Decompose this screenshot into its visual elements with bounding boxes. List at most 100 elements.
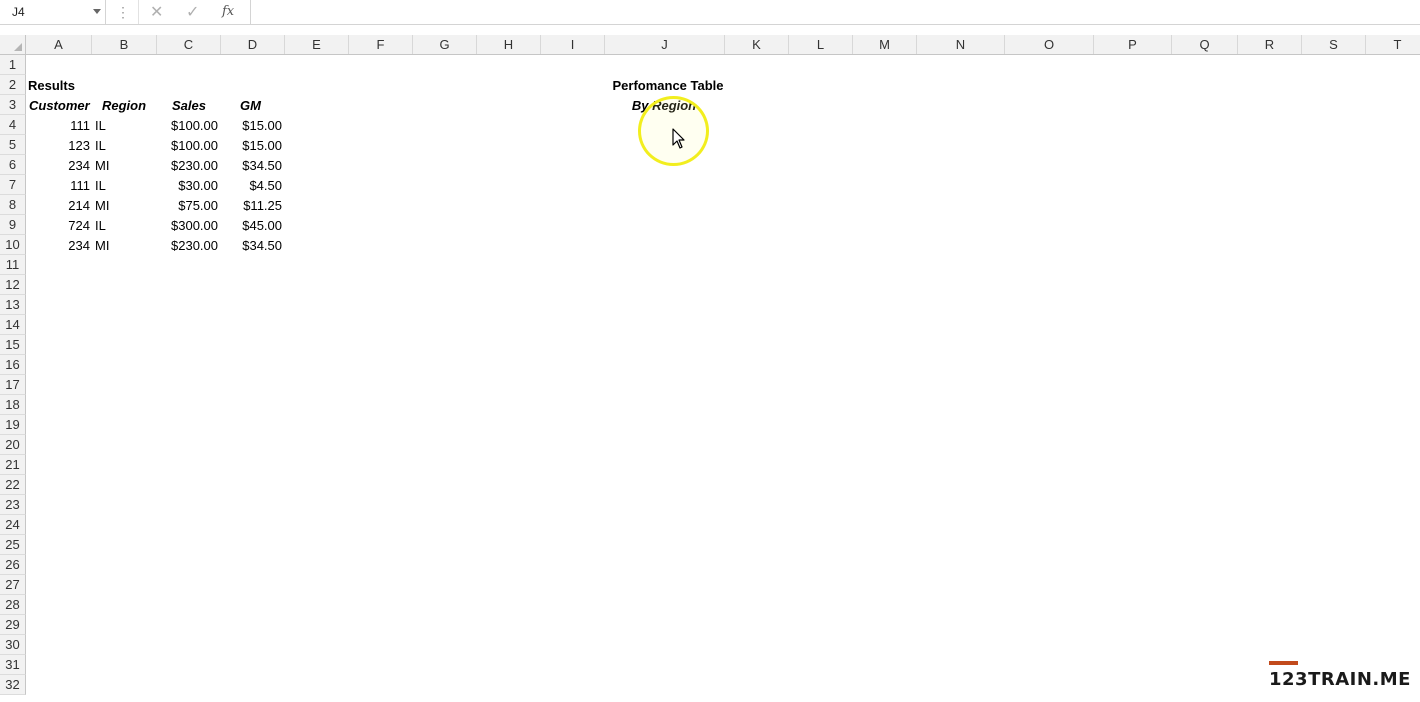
row-header-20[interactable]: 20 bbox=[0, 435, 26, 455]
cell-gm[interactable]: $15.00 bbox=[221, 116, 282, 136]
row-header-8[interactable]: 8 bbox=[0, 195, 26, 215]
formula-bar: J4 ⋮ ✕ ✓ fx bbox=[0, 0, 1420, 25]
row-header-2[interactable]: 2 bbox=[0, 75, 26, 95]
cell-gm[interactable]: $34.50 bbox=[221, 236, 282, 256]
name-box-value: J4 bbox=[12, 5, 25, 19]
column-header-H[interactable]: H bbox=[477, 35, 541, 54]
cancel-icon[interactable]: ✕ bbox=[150, 2, 163, 22]
cell-gm[interactable]: $45.00 bbox=[221, 216, 282, 236]
cell-gm[interactable]: $34.50 bbox=[221, 156, 282, 176]
cell-sales[interactable]: $300.00 bbox=[157, 216, 218, 236]
row-header-21[interactable]: 21 bbox=[0, 455, 26, 475]
cell-sales[interactable]: $100.00 bbox=[157, 116, 218, 136]
row-header-28[interactable]: 28 bbox=[0, 595, 26, 615]
column-header-E[interactable]: E bbox=[285, 35, 349, 54]
row-header-24[interactable]: 24 bbox=[0, 515, 26, 535]
column-header-K[interactable]: K bbox=[725, 35, 789, 54]
cell-C3-header-sales[interactable]: Sales bbox=[172, 96, 206, 116]
row-header-31[interactable]: 31 bbox=[0, 655, 26, 675]
cell-sales[interactable]: $230.00 bbox=[157, 156, 218, 176]
cell-sales[interactable]: $230.00 bbox=[157, 236, 218, 256]
cell-customer[interactable]: 123 bbox=[26, 136, 90, 156]
cell-region[interactable]: IL bbox=[95, 216, 155, 236]
row-header-18[interactable]: 18 bbox=[0, 395, 26, 415]
cell-region[interactable]: IL bbox=[95, 116, 155, 136]
cell-sales[interactable]: $75.00 bbox=[157, 196, 218, 216]
column-header-M[interactable]: M bbox=[853, 35, 917, 54]
row-header-11[interactable]: 11 bbox=[0, 255, 26, 275]
column-header-O[interactable]: O bbox=[1005, 35, 1094, 54]
column-header-N[interactable]: N bbox=[917, 35, 1005, 54]
row-header-27[interactable]: 27 bbox=[0, 575, 26, 595]
row-header-16[interactable]: 16 bbox=[0, 355, 26, 375]
row-header-9[interactable]: 9 bbox=[0, 215, 26, 235]
cell-sales[interactable]: $100.00 bbox=[157, 136, 218, 156]
cell-J2-perf-title[interactable]: Perfomance Table bbox=[588, 76, 748, 96]
cell-gm[interactable]: $11.25 bbox=[221, 196, 282, 216]
cell-region[interactable]: MI bbox=[95, 236, 155, 256]
column-header-G[interactable]: G bbox=[413, 35, 477, 54]
row-header-6[interactable]: 6 bbox=[0, 155, 26, 175]
row-header-7[interactable]: 7 bbox=[0, 175, 26, 195]
row-header-32[interactable]: 32 bbox=[0, 675, 26, 695]
column-header-I[interactable]: I bbox=[541, 35, 605, 54]
cell-A3-header-customer[interactable]: Customer bbox=[29, 96, 90, 116]
formula-bar-grip-icon: ⋮ bbox=[116, 4, 130, 20]
row-header-12[interactable]: 12 bbox=[0, 275, 26, 295]
row-header-10[interactable]: 10 bbox=[0, 235, 26, 255]
cell-A2-results-title[interactable]: Results bbox=[28, 76, 75, 96]
row-header-1[interactable]: 1 bbox=[0, 55, 26, 75]
row-header-17[interactable]: 17 bbox=[0, 375, 26, 395]
row-header-30[interactable]: 30 bbox=[0, 635, 26, 655]
column-header-P[interactable]: P bbox=[1094, 35, 1172, 54]
cell-customer[interactable]: 724 bbox=[26, 216, 90, 236]
column-header-B[interactable]: B bbox=[92, 35, 157, 54]
logo-accent-bar bbox=[1269, 661, 1298, 665]
column-header-J[interactable]: J bbox=[605, 35, 725, 54]
cell-gm[interactable]: $15.00 bbox=[221, 136, 282, 156]
enter-check-icon[interactable]: ✓ bbox=[186, 2, 199, 22]
row-header-5[interactable]: 5 bbox=[0, 135, 26, 155]
cell-gm[interactable]: $4.50 bbox=[221, 176, 282, 196]
row-header-19[interactable]: 19 bbox=[0, 415, 26, 435]
cell-customer[interactable]: 234 bbox=[26, 236, 90, 256]
column-header-A[interactable]: A bbox=[26, 35, 92, 54]
cell-customer[interactable]: 234 bbox=[26, 156, 90, 176]
cell-region[interactable]: MI bbox=[95, 196, 155, 216]
row-header-15[interactable]: 15 bbox=[0, 335, 26, 355]
row-header-3[interactable]: 3 bbox=[0, 95, 26, 115]
column-header-T[interactable]: T bbox=[1366, 35, 1420, 54]
insert-function-icon[interactable]: fx bbox=[222, 4, 234, 19]
row-header-4[interactable]: 4 bbox=[0, 115, 26, 135]
formula-input[interactable] bbox=[250, 0, 1420, 24]
column-header-Q[interactable]: Q bbox=[1172, 35, 1238, 54]
cell-customer[interactable]: 111 bbox=[26, 116, 90, 136]
column-header-C[interactable]: C bbox=[157, 35, 221, 54]
row-header-14[interactable]: 14 bbox=[0, 315, 26, 335]
column-header-R[interactable]: R bbox=[1238, 35, 1302, 54]
cell-customer[interactable]: 111 bbox=[26, 176, 90, 196]
cell-region[interactable]: IL bbox=[95, 176, 155, 196]
cell-region[interactable]: IL bbox=[95, 136, 155, 156]
row-header-13[interactable]: 13 bbox=[0, 295, 26, 315]
brand-logo: 123TRAIN.ME bbox=[1269, 661, 1411, 690]
column-header-F[interactable]: F bbox=[349, 35, 413, 54]
row-header-29[interactable]: 29 bbox=[0, 615, 26, 635]
cell-customer[interactable]: 214 bbox=[26, 196, 90, 216]
name-box[interactable]: J4 bbox=[0, 0, 106, 24]
name-box-dropdown-icon[interactable] bbox=[93, 9, 101, 14]
row-header-25[interactable]: 25 bbox=[0, 535, 26, 555]
row-header-23[interactable]: 23 bbox=[0, 495, 26, 515]
select-all-corner[interactable] bbox=[0, 35, 26, 54]
row-header-22[interactable]: 22 bbox=[0, 475, 26, 495]
column-header-L[interactable]: L bbox=[789, 35, 853, 54]
column-header-S[interactable]: S bbox=[1302, 35, 1366, 54]
cell-region[interactable]: MI bbox=[95, 156, 155, 176]
cell-D3-header-gm[interactable]: GM bbox=[240, 96, 261, 116]
cell-sales[interactable]: $30.00 bbox=[157, 176, 218, 196]
cell-B3-header-region[interactable]: Region bbox=[102, 96, 146, 116]
column-header-D[interactable]: D bbox=[221, 35, 285, 54]
row-header-26[interactable]: 26 bbox=[0, 555, 26, 575]
mouse-pointer-icon bbox=[672, 128, 685, 149]
column-header-row: ABCDEFGHIJKLMNOPQRST bbox=[0, 35, 1420, 55]
